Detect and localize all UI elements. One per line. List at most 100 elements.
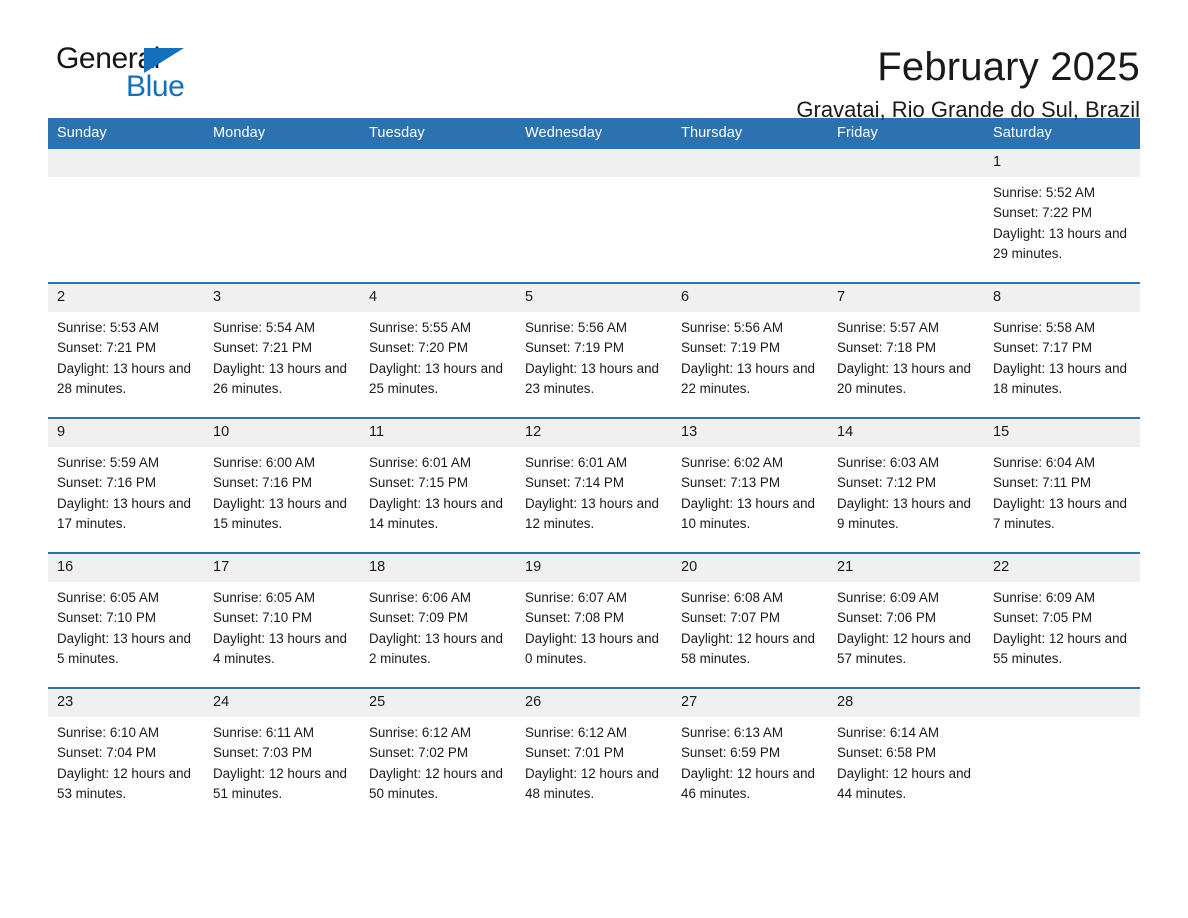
calendar-day-cell[interactable]: 23 Sunrise: 6:10 AM Sunset: 7:04 PM Dayligh… <box>48 687 204 822</box>
calendar-day-cell[interactable]: 15 Sunrise: 6:04 AM Sunset: 7:11 PM Dayligh… <box>984 417 1140 553</box>
daylight-text: Daylight: 13 hours and 29 minutes. <box>993 225 1127 262</box>
sunset-text: Sunset: 7:08 PM <box>525 610 624 626</box>
sunrise-text: Sunrise: 6:14 AM <box>837 725 939 740</box>
calendar-day-cell[interactable]: 5 Sunrise: 5:56 AM Sunset: 7:19 PM Daylight… <box>516 282 672 418</box>
daylight-text: Daylight: 13 hours and 23 minutes. <box>525 360 659 397</box>
sunset-text: Sunset: 7:19 PM <box>525 340 624 356</box>
calendar-day-cell[interactable]: 25 Sunrise: 6:12 AM Sunset: 7:02 PM Dayligh… <box>360 687 516 822</box>
day-number: 12 <box>516 419 672 447</box>
daylight-text: Daylight: 12 hours and 50 minutes. <box>369 765 503 802</box>
day-details: Sunrise: 5:59 AM Sunset: 7:16 PM Daylight:… <box>48 447 204 535</box>
calendar-day-cell[interactable]: 20 Sunrise: 6:08 AM Sunset: 7:07 PM Dayligh… <box>672 552 828 688</box>
sunrise-text: Sunrise: 6:05 AM <box>213 590 315 605</box>
calendar-day-cell[interactable]: 3 Sunrise: 5:54 AM Sunset: 7:21 PM Daylight… <box>204 282 360 418</box>
calendar-day-cell[interactable]: 8 Sunrise: 5:58 AM Sunset: 7:17 PM Daylight… <box>984 282 1140 418</box>
sunset-text: Sunset: 7:04 PM <box>57 745 156 761</box>
daylight-text: Daylight: 13 hours and 15 minutes. <box>213 495 347 532</box>
weekday-header-tuesday: Tuesday <box>360 118 516 149</box>
sunset-text: Sunset: 7:16 PM <box>57 475 156 491</box>
sunrise-text: Sunrise: 6:13 AM <box>681 725 783 740</box>
calendar-day-cell[interactable]: 22 Sunrise: 6:09 AM Sunset: 7:05 PM Dayligh… <box>984 552 1140 688</box>
daylight-text: Daylight: 12 hours and 57 minutes. <box>837 630 971 667</box>
sunset-text: Sunset: 7:01 PM <box>525 745 624 761</box>
sunrise-sunset-calendar: Sunday Monday Tuesday Wednesday Thursday Frid… <box>48 118 1140 822</box>
title-block: February 2025 Gravatai, Rio Grande do Su… <box>796 44 1140 122</box>
day-details: Sunrise: 6:02 AM Sunset: 7:13 PM Daylight:… <box>672 447 828 535</box>
day-number: 9 <box>48 419 204 447</box>
day-details: Sunrise: 6:12 AM Sunset: 7:01 PM Daylight:… <box>516 717 672 805</box>
calendar-day-cell[interactable]: 6 Sunrise: 5:56 AM Sunset: 7:19 PM Daylight… <box>672 282 828 418</box>
sunset-text: Sunset: 7:20 PM <box>369 340 468 356</box>
daylight-text: Daylight: 12 hours and 44 minutes. <box>837 765 971 802</box>
daylight-text: Daylight: 13 hours and 25 minutes. <box>369 360 503 397</box>
day-number: 11 <box>360 419 516 447</box>
sunrise-text: Sunrise: 6:01 AM <box>369 455 471 470</box>
calendar-day-cell[interactable]: 16 Sunrise: 6:05 AM Sunset: 7:10 PM Dayligh… <box>48 552 204 688</box>
sunset-text: Sunset: 7:13 PM <box>681 475 780 491</box>
day-details: Sunrise: 6:06 AM Sunset: 7:09 PM Daylight:… <box>360 582 516 670</box>
daylight-text: Daylight: 13 hours and 10 minutes. <box>681 495 815 532</box>
daylight-text: Daylight: 12 hours and 46 minutes. <box>681 765 815 802</box>
calendar-day-cell[interactable]: 27 Sunrise: 6:13 AM Sunset: 6:59 PM Dayligh… <box>672 687 828 822</box>
day-details: Sunrise: 6:01 AM Sunset: 7:15 PM Daylight:… <box>360 447 516 535</box>
calendar-day-cell[interactable]: 21 Sunrise: 6:09 AM Sunset: 7:06 PM Dayligh… <box>828 552 984 688</box>
daylight-text: Daylight: 13 hours and 12 minutes. <box>525 495 659 532</box>
sunset-text: Sunset: 7:10 PM <box>57 610 156 626</box>
calendar-day-cell[interactable]: 2 Sunrise: 5:53 AM Sunset: 7:21 PM Daylight… <box>48 282 204 418</box>
calendar-day-cell[interactable]: 14 Sunrise: 6:03 AM Sunset: 7:12 PM Dayligh… <box>828 417 984 553</box>
sunset-text: Sunset: 7:19 PM <box>681 340 780 356</box>
daylight-text: Daylight: 13 hours and 0 minutes. <box>525 630 659 667</box>
day-number: 23 <box>48 689 204 717</box>
day-details: Sunrise: 5:54 AM Sunset: 7:21 PM Daylight:… <box>204 312 360 400</box>
sunset-text: Sunset: 7:06 PM <box>837 610 936 626</box>
calendar-day-cell[interactable]: 18 Sunrise: 6:06 AM Sunset: 7:09 PM Dayligh… <box>360 552 516 688</box>
day-details: Sunrise: 5:52 AM Sunset: 7:22 PM Daylight:… <box>984 177 1140 265</box>
day-number <box>204 149 360 177</box>
day-details: Sunrise: 6:04 AM Sunset: 7:11 PM Daylight:… <box>984 447 1140 535</box>
day-details: Sunrise: 5:55 AM Sunset: 7:20 PM Daylight:… <box>360 312 516 400</box>
daylight-text: Daylight: 12 hours and 58 minutes. <box>681 630 815 667</box>
calendar-empty-cell <box>48 149 204 283</box>
day-number: 26 <box>516 689 672 717</box>
day-details: Sunrise: 6:08 AM Sunset: 7:07 PM Daylight:… <box>672 582 828 670</box>
sunrise-text: Sunrise: 5:57 AM <box>837 320 939 335</box>
sunrise-text: Sunrise: 6:01 AM <box>525 455 627 470</box>
day-details: Sunrise: 5:53 AM Sunset: 7:21 PM Daylight:… <box>48 312 204 400</box>
day-details: Sunrise: 6:12 AM Sunset: 7:02 PM Daylight:… <box>360 717 516 805</box>
day-number: 5 <box>516 284 672 312</box>
calendar-day-cell[interactable]: 17 Sunrise: 6:05 AM Sunset: 7:10 PM Dayligh… <box>204 552 360 688</box>
calendar-day-cell[interactable]: 13 Sunrise: 6:02 AM Sunset: 7:13 PM Dayligh… <box>672 417 828 553</box>
calendar-day-cell[interactable]: 11 Sunrise: 6:01 AM Sunset: 7:15 PM Dayligh… <box>360 417 516 553</box>
sunset-text: Sunset: 6:58 PM <box>837 745 936 761</box>
calendar-day-cell[interactable]: 26 Sunrise: 6:12 AM Sunset: 7:01 PM Dayligh… <box>516 687 672 822</box>
calendar-day-cell[interactable]: 7 Sunrise: 5:57 AM Sunset: 7:18 PM Daylight… <box>828 282 984 418</box>
calendar-day-cell[interactable]: 9 Sunrise: 5:59 AM Sunset: 7:16 PM Daylight… <box>48 417 204 553</box>
day-number: 24 <box>204 689 360 717</box>
day-details: Sunrise: 5:57 AM Sunset: 7:18 PM Daylight:… <box>828 312 984 400</box>
sunrise-text: Sunrise: 6:07 AM <box>525 590 627 605</box>
day-details: Sunrise: 6:07 AM Sunset: 7:08 PM Daylight:… <box>516 582 672 670</box>
weekday-header-wednesday: Wednesday <box>516 118 672 149</box>
calendar-day-cell[interactable]: 28 Sunrise: 6:14 AM Sunset: 6:58 PM Dayligh… <box>828 687 984 822</box>
sunset-text: Sunset: 7:11 PM <box>993 475 1092 491</box>
calendar-day-cell[interactable]: 1 Sunrise: 5:52 AM Sunset: 7:22 PM Daylight… <box>984 149 1140 283</box>
calendar-day-cell[interactable]: 24 Sunrise: 6:11 AM Sunset: 7:03 PM Dayligh… <box>204 687 360 822</box>
general-blue-logo[interactable]: General Blue <box>48 44 198 106</box>
sunset-text: Sunset: 7:16 PM <box>213 475 312 491</box>
calendar-day-cell[interactable]: 12 Sunrise: 6:01 AM Sunset: 7:14 PM Dayligh… <box>516 417 672 553</box>
sunset-text: Sunset: 7:10 PM <box>213 610 312 626</box>
daylight-text: Daylight: 13 hours and 20 minutes. <box>837 360 971 397</box>
sunset-text: Sunset: 7:15 PM <box>369 475 468 491</box>
day-number: 13 <box>672 419 828 447</box>
calendar-week-row: 9 Sunrise: 5:59 AM Sunset: 7:16 PM Daylight… <box>48 417 1140 553</box>
calendar-day-cell[interactable]: 19 Sunrise: 6:07 AM Sunset: 7:08 PM Dayligh… <box>516 552 672 688</box>
sunrise-text: Sunrise: 6:12 AM <box>369 725 471 740</box>
day-number: 20 <box>672 554 828 582</box>
weekday-header-monday: Monday <box>204 118 360 149</box>
day-details: Sunrise: 6:05 AM Sunset: 7:10 PM Daylight:… <box>204 582 360 670</box>
calendar-day-cell[interactable]: 4 Sunrise: 5:55 AM Sunset: 7:20 PM Daylight… <box>360 282 516 418</box>
calendar-day-cell[interactable]: 10 Sunrise: 6:00 AM Sunset: 7:16 PM Dayligh… <box>204 417 360 553</box>
sunrise-text: Sunrise: 5:56 AM <box>525 320 627 335</box>
sunrise-text: Sunrise: 6:09 AM <box>837 590 939 605</box>
day-number: 22 <box>984 554 1140 582</box>
